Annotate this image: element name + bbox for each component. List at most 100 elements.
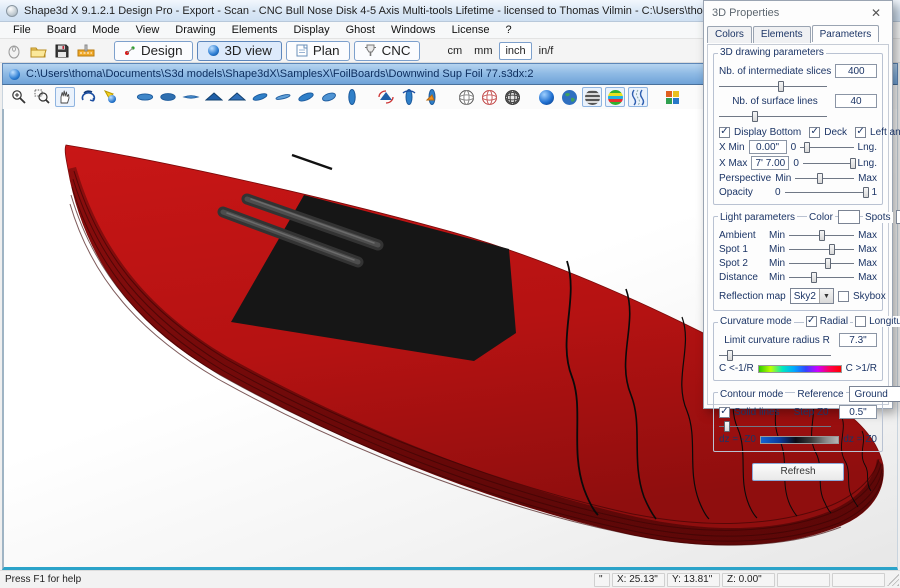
view-perspective2-icon[interactable]: [273, 87, 293, 107]
earth-sphere-icon[interactable]: [559, 87, 579, 107]
menu-mode[interactable]: Mode: [85, 23, 127, 37]
menu-display[interactable]: Display: [287, 23, 337, 37]
zoom-in-icon[interactable]: [9, 87, 29, 107]
surface-lines-slider[interactable]: [719, 110, 827, 122]
xmax-value[interactable]: 7' 7.00: [751, 156, 789, 170]
design-button[interactable]: Design: [114, 41, 193, 61]
view-end-icon[interactable]: [342, 87, 362, 107]
menu-view[interactable]: View: [129, 23, 167, 37]
rainbow-sphere-icon[interactable]: [605, 87, 625, 107]
cnc-button-label: CNC: [382, 43, 411, 58]
light-color-label: Color: [807, 212, 835, 223]
spot2-slider[interactable]: [789, 257, 854, 269]
left-right-label: Left and Right: [870, 127, 900, 138]
reference-dropdown[interactable]: Ground ▼: [849, 386, 900, 402]
step-z0-slider[interactable]: [719, 420, 831, 432]
limit-radius-slider[interactable]: [719, 349, 831, 361]
xmax-max-label: Lng.: [858, 158, 877, 169]
xmin-value[interactable]: 0.00": [749, 140, 787, 154]
menu-board[interactable]: Board: [40, 23, 83, 37]
step-z0-value[interactable]: 0.5": [839, 405, 877, 419]
mouse-tool-icon[interactable]: [4, 42, 24, 60]
plan-button[interactable]: Plan: [286, 41, 350, 61]
deck-checkbox[interactable]: [809, 127, 820, 138]
refresh-button[interactable]: Refresh: [752, 463, 844, 481]
view3d-button[interactable]: 3D view: [197, 41, 282, 61]
tab-colors[interactable]: Colors: [707, 26, 752, 43]
unit-inf[interactable]: in/f: [534, 43, 559, 59]
panel-titlebar[interactable]: 3D Properties ✕: [704, 1, 892, 25]
view-perspective3-icon[interactable]: [296, 87, 316, 107]
opacity-slider[interactable]: [785, 186, 868, 198]
xmin-slider[interactable]: [800, 141, 853, 153]
mesh-sphere-icon[interactable]: [502, 87, 522, 107]
view-perspective4-icon[interactable]: [319, 87, 339, 107]
wireframe-red-sphere-icon[interactable]: [479, 87, 499, 107]
solid-sphere-icon[interactable]: [536, 87, 556, 107]
light-position-icon[interactable]: [101, 87, 121, 107]
display-bottom-checkbox[interactable]: [719, 127, 730, 138]
striped-sphere-icon[interactable]: [582, 87, 602, 107]
menu-license[interactable]: License: [445, 23, 497, 37]
solid-lines-checkbox[interactable]: [719, 407, 730, 418]
slices-slider[interactable]: [719, 80, 827, 92]
tab-parameters[interactable]: Parameters: [812, 25, 880, 42]
open-folder-icon[interactable]: [28, 42, 48, 60]
xmax-slider[interactable]: [803, 157, 854, 169]
ambient-slider[interactable]: [789, 229, 854, 241]
zoom-window-icon[interactable]: [32, 87, 52, 107]
unit-inch[interactable]: inch: [499, 42, 531, 60]
menu-windows[interactable]: Windows: [384, 23, 443, 37]
wireframe-sphere-icon[interactable]: [456, 87, 476, 107]
view-front-icon[interactable]: [204, 87, 224, 107]
machine-icon[interactable]: [76, 42, 96, 60]
view-profile-icon[interactable]: [181, 87, 201, 107]
longitudinal-checkbox[interactable]: [855, 316, 866, 327]
status-x: X: 25.13": [612, 573, 665, 587]
left-right-checkbox[interactable]: [855, 127, 866, 138]
menu-ghost[interactable]: Ghost: [339, 23, 382, 37]
perspective-slider[interactable]: [795, 172, 854, 184]
unit-selector: cm mm inch in/f: [442, 42, 558, 60]
slices-icon[interactable]: [628, 87, 648, 107]
light-color-swatch[interactable]: [838, 210, 860, 224]
contour-left-label: dz = -Z0: [719, 434, 756, 445]
rotate-3d-icon[interactable]: [78, 87, 98, 107]
resize-grip[interactable]: [887, 574, 899, 586]
perspective-label: Perspective: [719, 173, 771, 184]
slices-value[interactable]: 400: [835, 64, 877, 78]
perspective-min-label: Min: [775, 173, 791, 184]
menu-drawing[interactable]: Drawing: [168, 23, 222, 37]
close-icon[interactable]: ✕: [868, 6, 884, 20]
save-icon[interactable]: [52, 42, 72, 60]
spin-vertical-icon[interactable]: [399, 87, 419, 107]
status-unit: ": [594, 573, 610, 587]
group-curvature-legend: Curvature mode: [718, 316, 794, 327]
unit-cm[interactable]: cm: [442, 43, 467, 59]
cnc-button[interactable]: CNC: [354, 41, 421, 61]
color-tiles-icon[interactable]: [662, 87, 682, 107]
rotate-view-icon[interactable]: [376, 87, 396, 107]
surface-lines-value[interactable]: 40: [835, 94, 877, 108]
document-path: C:\Users\thoma\Documents\S3d models\Shap…: [26, 68, 533, 80]
menu-elements[interactable]: Elements: [225, 23, 285, 37]
view-top-icon[interactable]: [135, 87, 155, 107]
menu-help[interactable]: ?: [498, 23, 518, 37]
view-back-icon[interactable]: [227, 87, 247, 107]
tab-elements[interactable]: Elements: [753, 26, 811, 43]
limit-radius-value[interactable]: 7.3": [839, 333, 877, 347]
light-spots-swatch[interactable]: [896, 210, 900, 224]
view-bottom-icon[interactable]: [158, 87, 178, 107]
pan-hand-icon[interactable]: [55, 87, 75, 107]
reflection-map-label: Reflection map: [719, 291, 786, 302]
view-perspective1-icon[interactable]: [250, 87, 270, 107]
menu-file[interactable]: File: [6, 23, 38, 37]
spot1-slider[interactable]: [789, 243, 854, 255]
skybox-checkbox[interactable]: [838, 291, 849, 302]
radial-checkbox[interactable]: [806, 316, 817, 327]
unit-mm[interactable]: mm: [469, 43, 497, 59]
distance-slider[interactable]: [789, 271, 854, 283]
spin-orange-icon[interactable]: [422, 87, 442, 107]
reflection-map-dropdown[interactable]: Sky2 ▼: [790, 288, 834, 304]
curvature-right-label: C >1/R: [846, 363, 877, 374]
